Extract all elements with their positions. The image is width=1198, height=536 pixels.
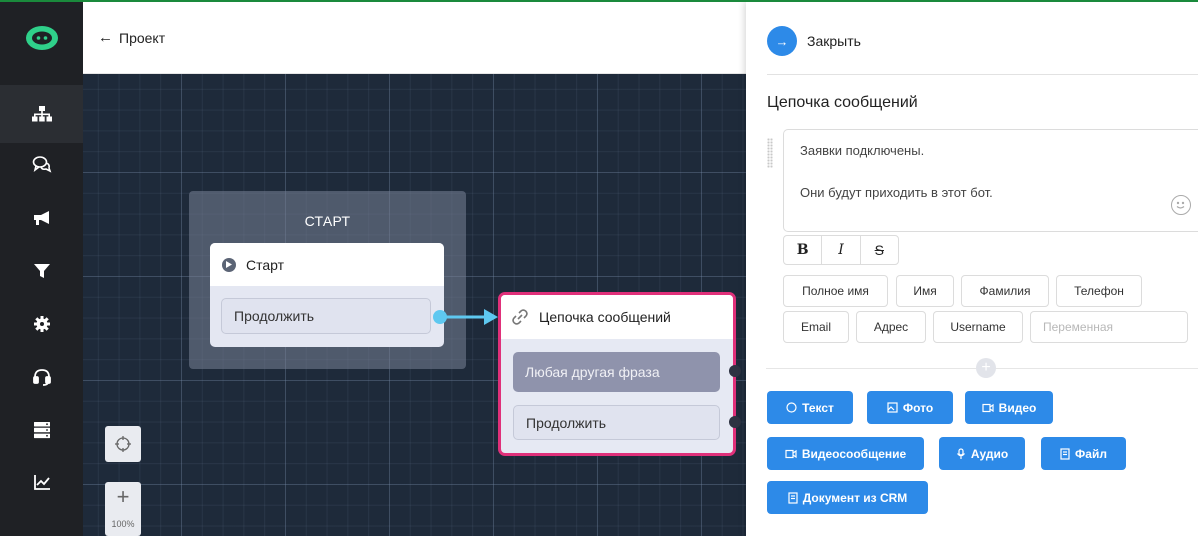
file-icon	[1060, 447, 1070, 460]
add-block-button[interactable]: +	[976, 358, 996, 378]
panel-title: Цепочка сообщений	[767, 94, 918, 111]
start-continue-button[interactable]: Продолжить	[221, 298, 431, 334]
link-icon	[511, 308, 529, 326]
output-port[interactable]	[729, 365, 741, 377]
speech-bubble-icon	[786, 402, 797, 413]
analytics-chart-icon[interactable]	[22, 462, 62, 502]
document-icon	[788, 491, 798, 504]
variable-chip[interactable]: Телефон	[1056, 275, 1142, 307]
zoom-level: 100%	[111, 519, 135, 529]
add-photo-label: Фото	[902, 400, 934, 415]
start-node-title: Старт	[246, 256, 285, 273]
sidebar	[0, 2, 83, 536]
add-file-button[interactable]: Файл	[1041, 437, 1126, 470]
add-video-button[interactable]: Видео	[965, 391, 1053, 424]
video-icon	[785, 449, 797, 458]
megaphone-icon[interactable]	[22, 198, 62, 238]
flow-canvas[interactable]: СТАРТ Старт Продолжить Цепочка сообщений…	[83, 74, 746, 536]
close-panel-button[interactable]: → Закрыть	[767, 26, 861, 56]
zoom-in-button[interactable]: +	[117, 486, 130, 508]
message-chain-node[interactable]: Цепочка сообщений Любая другая фраза Про…	[498, 292, 736, 456]
image-icon	[887, 402, 898, 413]
crosshair-icon[interactable]	[105, 426, 141, 462]
variable-input[interactable]: Переменная	[1030, 311, 1188, 343]
video-icon	[982, 403, 994, 412]
add-text-button[interactable]: Текст	[767, 391, 853, 424]
variable-chip[interactable]: Username	[933, 311, 1023, 343]
variable-chip[interactable]: Email	[783, 311, 849, 343]
add-video-label: Видео	[998, 400, 1037, 415]
add-text-label: Текст	[802, 400, 834, 415]
variable-chip[interactable]: Адрес	[856, 311, 926, 343]
add-video-message-label: Видеосообщение	[801, 446, 907, 461]
sitemap-icon[interactable]	[22, 94, 62, 134]
filter-icon[interactable]	[22, 251, 62, 291]
variable-chip[interactable]: Имя	[896, 275, 954, 307]
add-audio-label: Аудио	[970, 446, 1009, 461]
arrow-left-icon[interactable]: ←	[98, 29, 113, 46]
variable-chip[interactable]: Полное имя	[783, 275, 888, 307]
bold-button[interactable]: B	[784, 236, 823, 264]
zoom-control[interactable]: + 100%	[105, 482, 141, 536]
format-toolbar: B I S	[783, 235, 899, 265]
headset-icon[interactable]	[22, 357, 62, 397]
database-icon[interactable]	[22, 410, 62, 450]
start-node[interactable]: Старт Продолжить	[210, 243, 444, 347]
add-crm-document-label: Документ из CRM	[802, 490, 908, 505]
italic-button[interactable]: I	[822, 236, 861, 264]
chain-node-header[interactable]: Цепочка сообщений	[501, 295, 733, 339]
divider	[767, 74, 1198, 75]
add-video-message-button[interactable]: Видеосообщение	[767, 437, 924, 470]
start-node-header[interactable]: Старт	[210, 243, 444, 286]
top-bar: ← Проект	[83, 2, 746, 74]
message-line: Они будут приходить в этот бот.	[800, 185, 993, 200]
add-crm-document-button[interactable]: Документ из CRM	[767, 481, 928, 514]
chat-bubbles-icon[interactable]	[22, 144, 62, 184]
strikethrough-button[interactable]: S	[861, 236, 898, 264]
drag-handle-icon[interactable]	[767, 138, 773, 168]
arrow-right-icon[interactable]: →	[767, 26, 797, 56]
any-phrase-button[interactable]: Любая другая фраза	[513, 352, 720, 392]
node-connector	[433, 309, 498, 325]
project-breadcrumb[interactable]: Проект	[119, 30, 165, 46]
bot-logo-icon[interactable]	[0, 2, 83, 74]
settings-panel: → Закрыть Цепочка сообщений Заявки подкл…	[746, 2, 1198, 536]
add-audio-button[interactable]: Аудио	[939, 437, 1025, 470]
add-file-label: Файл	[1075, 446, 1107, 461]
output-port[interactable]	[729, 416, 741, 428]
play-icon	[222, 257, 236, 272]
close-label[interactable]: Закрыть	[807, 33, 861, 49]
add-photo-button[interactable]: Фото	[867, 391, 953, 424]
message-editor[interactable]: Заявки подключены. Они будут приходить в…	[783, 129, 1198, 232]
emoji-icon[interactable]	[1171, 195, 1191, 215]
microphone-icon	[956, 447, 965, 459]
gear-icon[interactable]	[22, 304, 62, 344]
message-line: Заявки подключены.	[800, 143, 925, 158]
start-group-title: СТАРТ	[304, 213, 351, 229]
variable-chip[interactable]: Фамилия	[961, 275, 1049, 307]
chain-node-title: Цепочка сообщений	[539, 309, 671, 325]
chain-continue-button[interactable]: Продолжить	[513, 405, 720, 440]
top-accent-line	[0, 0, 1198, 2]
